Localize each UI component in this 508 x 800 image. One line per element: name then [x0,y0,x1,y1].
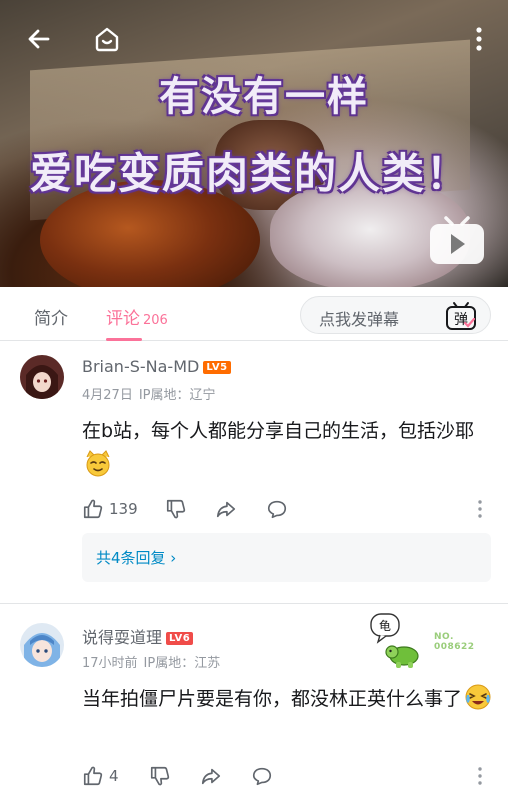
comment-date: 17小时前 [82,656,138,671]
comment-meta: 4月27日 IP属地：辽宁 [82,384,222,403]
laughing-crying-emoji-icon [465,684,491,710]
comment-divider [0,603,508,604]
badge-bubble-char: 龟 [379,619,391,633]
share-arrow-icon [216,501,236,518]
avatar[interactable] [20,355,64,399]
username-text: Brian-S-Na-MD [82,357,200,376]
danmaku-placeholder: 点我发弹幕 [319,310,400,329]
share-arrow-icon [201,768,221,785]
thumbs-down-icon [150,766,170,786]
thumbs-up-icon [83,499,103,519]
comment-ip-location: IP属地：江苏 [143,656,221,671]
play-tv-button[interactable] [428,214,486,266]
tab-comments-count: 206 [143,313,168,328]
video-player[interactable]: 有没有一样 爱吃变质肉类的人类！ [0,0,508,287]
comment-text[interactable]: 当年拍僵尸片要是有你，都没林正英什么事了 [82,682,494,716]
comment-ip-location: IP属地：辽宁 [138,388,216,403]
thumbs-down-icon [166,499,186,519]
dislike-button[interactable] [165,497,187,521]
fan-medal-no-label: NO. [434,632,454,642]
comment-text[interactable]: 在b站，每个人都能分享自己的生活，包括沙耶 [82,414,482,482]
danmaku-toggle-icon[interactable]: 弹 [445,301,477,331]
comment-text-content: 当年拍僵尸片要是有你，都没林正英什么事了 [82,688,463,710]
comment-meta: 17小时前 IP属地：江苏 [82,652,226,671]
level-badge: LV6 [166,632,194,645]
chat-bubble-icon [267,500,287,519]
comment-more-icon[interactable] [477,499,483,519]
dislike-button[interactable] [149,764,171,788]
tab-comments[interactable]: 评论 206 [106,304,168,329]
home-icon [95,27,119,52]
video-caption-line-2: 爱吃变质肉类的人类！ [29,149,470,198]
comment-actions: 4 [82,764,502,788]
view-replies-button[interactable]: 共4条回复 › [82,533,491,582]
tab-comments-label: 评论 [106,309,140,329]
fan-medal-number: NO. 008622 [434,632,475,652]
replies-label: 共4条回复 › [96,549,177,567]
reply-button[interactable] [266,497,288,521]
like-count: 139 [109,500,138,518]
reply-button[interactable] [251,764,273,788]
comment-date: 4月27日 [82,388,133,403]
video-caption-line-1: 有没有一样 [159,74,369,120]
more-vertical-icon [476,27,482,51]
danmaku-icon-char: 弹 [454,312,468,328]
danmaku-input[interactable]: 点我发弹幕 弹 [300,296,491,334]
home-button[interactable] [90,22,124,56]
avatar-image [20,623,64,667]
avatar[interactable] [20,623,64,667]
bilibili-tv-play-icon [430,216,484,264]
comment-actions: 139 [82,497,502,521]
back-button[interactable] [22,22,56,56]
like-button[interactable]: 139 [82,497,138,521]
smug-cat-emoji-icon [86,450,110,477]
tab-intro[interactable]: 简介 [34,304,68,329]
arrow-left-icon [28,29,50,49]
fan-medal-no-value: 008622 [434,642,475,652]
username-text: 说得耍道理 [82,628,163,647]
comment-username[interactable]: 说得耍道理 LV6 [82,624,194,648]
share-button[interactable] [215,497,237,521]
like-count: 4 [109,767,119,785]
comment-text-content: 在b站，每个人都能分享自己的生活，包括沙耶 [82,420,475,442]
avatar-image [20,355,64,399]
thumbs-up-icon [83,766,103,786]
like-button[interactable]: 4 [82,764,119,788]
share-button[interactable] [200,764,222,788]
comment-username[interactable]: Brian-S-Na-MD LV5 [82,357,231,376]
chat-bubble-icon [252,767,272,786]
comment-more-icon[interactable] [477,766,483,786]
active-tab-indicator [106,338,142,341]
more-options-button[interactable] [462,22,496,56]
level-badge: LV5 [203,361,231,374]
